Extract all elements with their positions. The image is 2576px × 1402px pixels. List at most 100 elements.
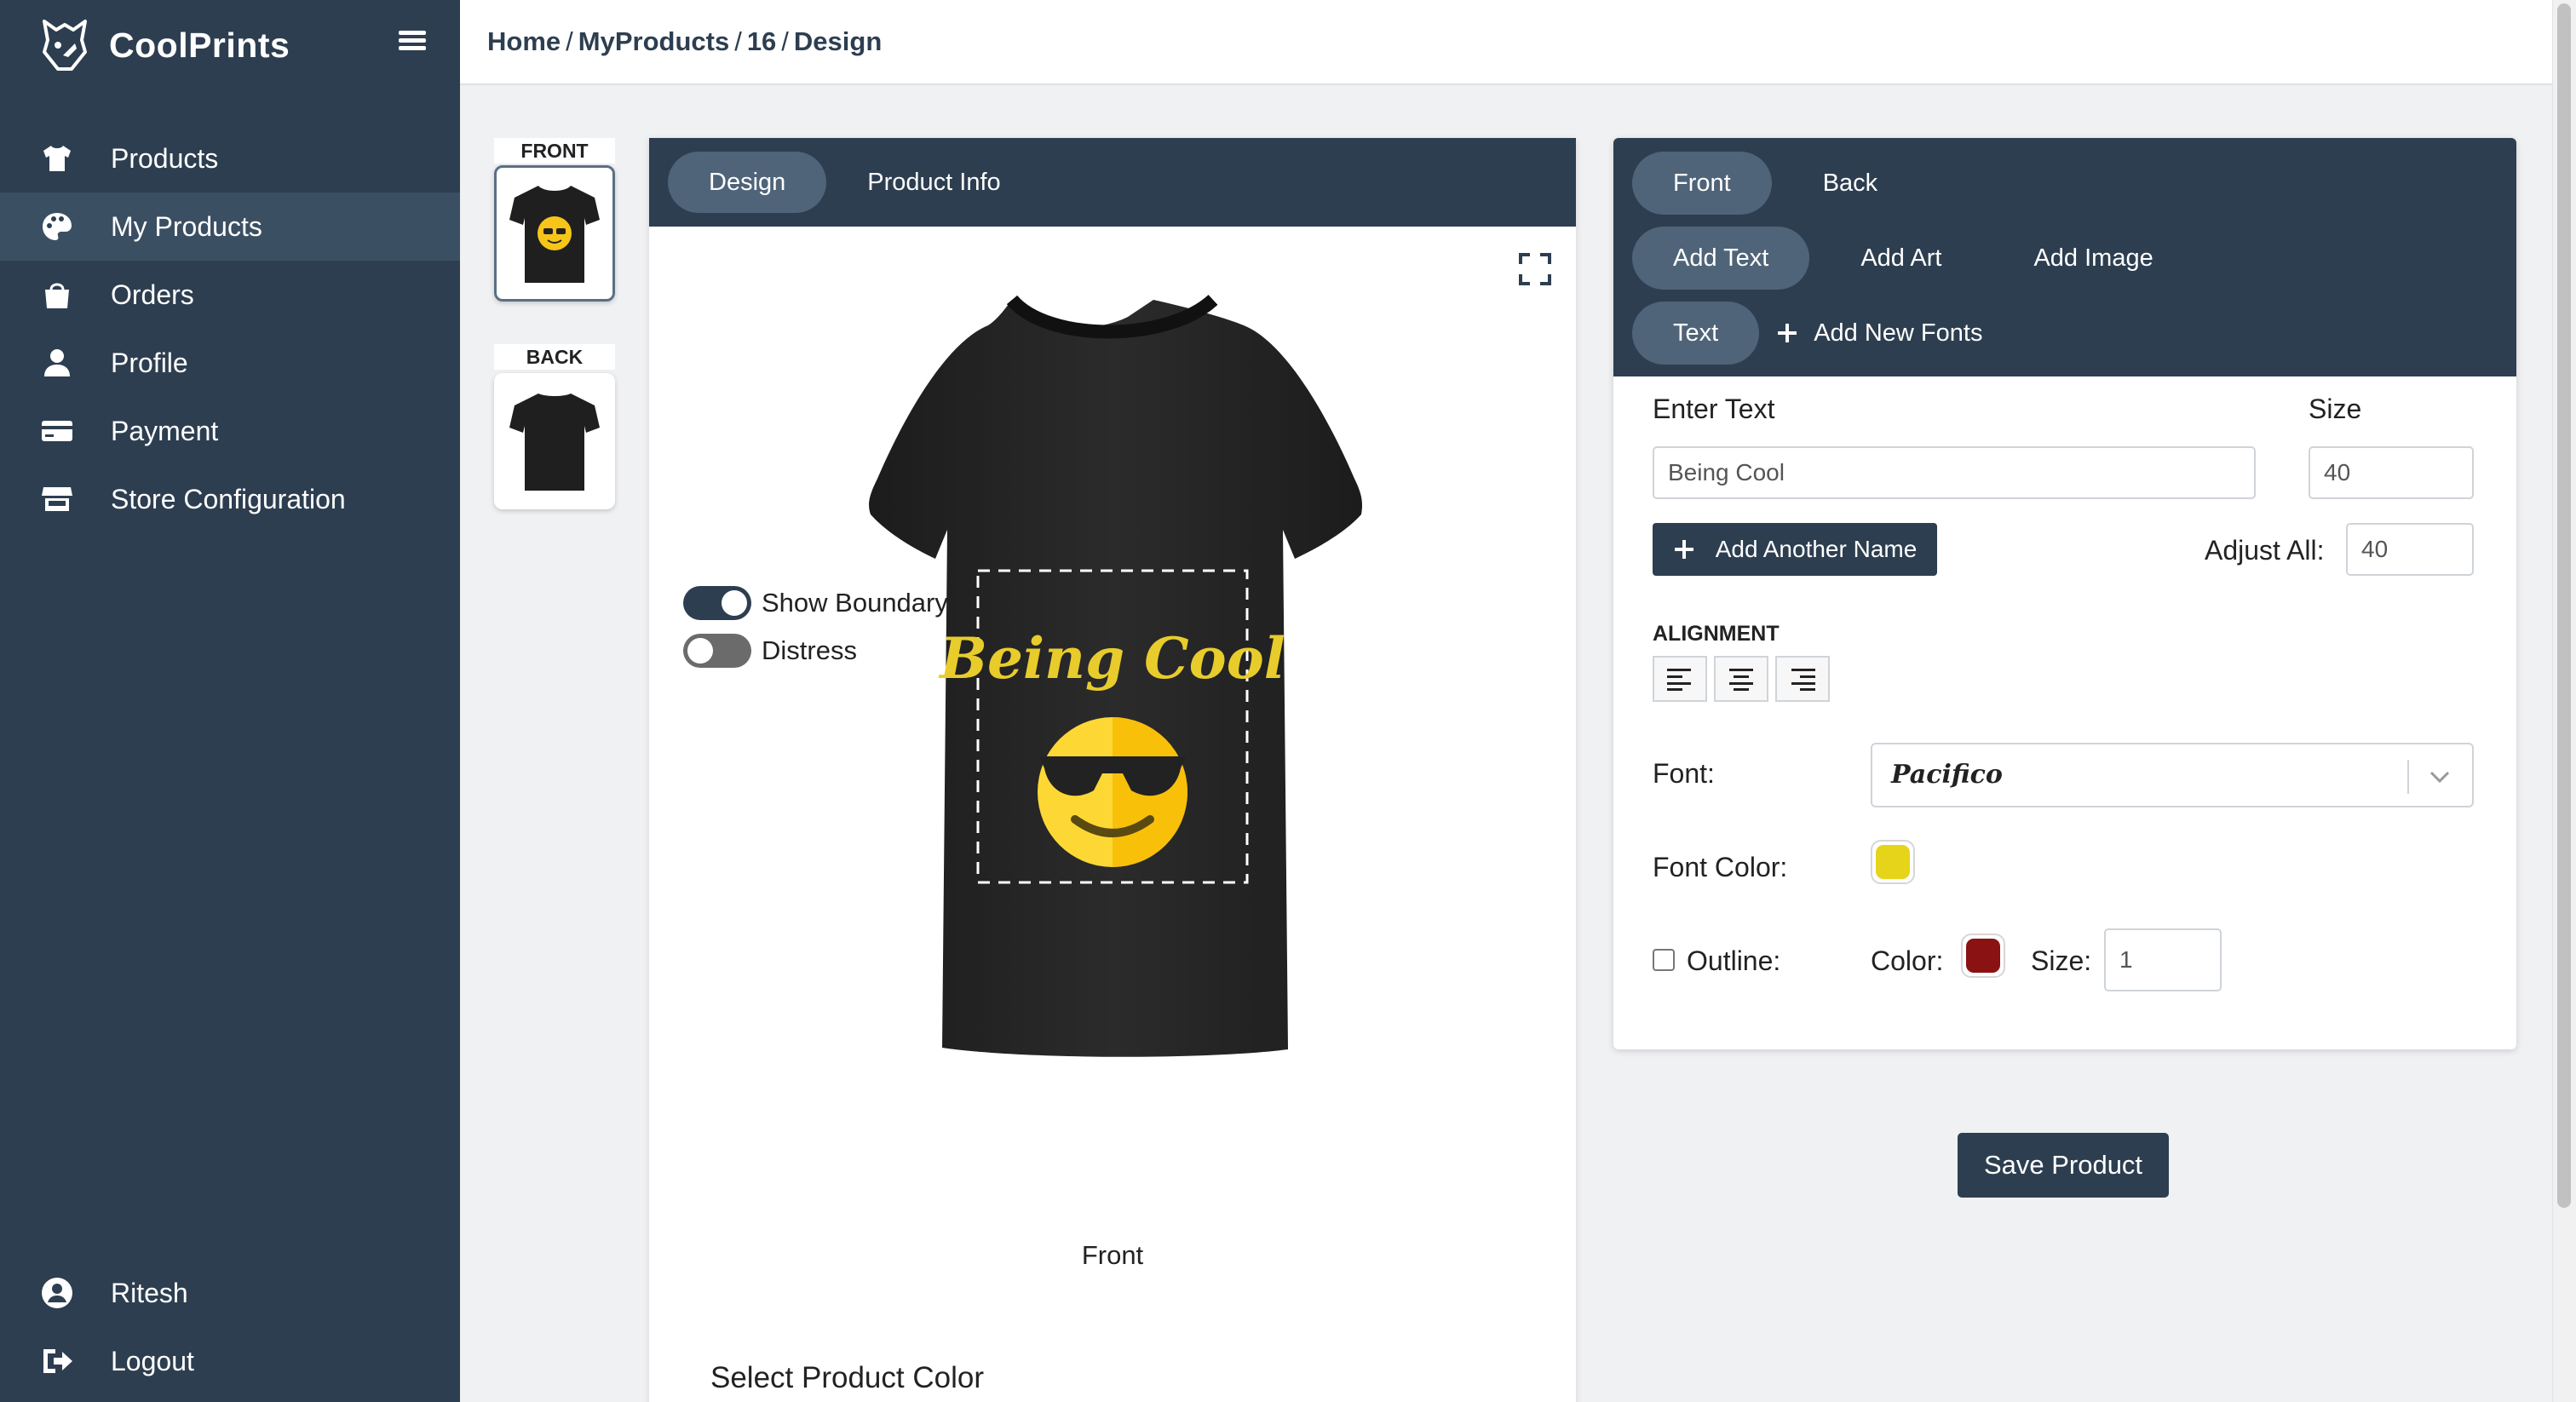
plus-icon (1778, 324, 1797, 342)
outline-label: Outline: (1687, 945, 1781, 976)
show-boundary-row: Show Boundary (683, 586, 948, 620)
add-another-name-label: Add Another Name (1715, 536, 1918, 562)
back-thumb-label: BACK (494, 344, 615, 370)
coolprints-logo-icon (43, 20, 87, 71)
shopping-bag-icon (39, 277, 75, 313)
sidebar-nav: Products My Products Orders Profile Paym… (0, 124, 460, 533)
chevron-down-icon (2429, 771, 2450, 784)
sidebar-item-payment[interactable]: Payment (0, 397, 460, 465)
sidebar-item-user[interactable]: Ritesh (0, 1259, 460, 1327)
align-right-button[interactable] (1775, 656, 1830, 702)
sidebar-item-label: Payment (111, 415, 219, 446)
tab-design[interactable]: Design (668, 152, 827, 213)
credit-card-icon (39, 413, 75, 449)
add-new-fonts-label: Add New Fonts (1814, 319, 1983, 347)
sidebar-bottom: Ritesh Logout (0, 1259, 460, 1395)
sidebar-item-orders[interactable]: Orders (0, 261, 460, 329)
show-boundary-toggle[interactable] (683, 586, 751, 620)
select-product-color-title: Select Product Color (710, 1361, 984, 1394)
view-caption: Front (1081, 1240, 1144, 1270)
plus-icon (1674, 540, 1693, 559)
outline-color-label: Color: (1871, 945, 1944, 976)
tab-text[interactable]: Text (1632, 302, 1760, 365)
sidebar-item-logout[interactable]: Logout (0, 1327, 460, 1395)
sidebar-item-my-products[interactable]: My Products (0, 192, 460, 261)
side-tabs: Front Back (1632, 152, 1929, 215)
enter-text-label: Enter Text (1653, 394, 1775, 424)
editor-tabs: Front Back Add Text Add Art Add Image Te… (1613, 138, 2516, 376)
page-scrollbar-thumb[interactable] (2557, 3, 2571, 1208)
fullscreen-icon[interactable] (1518, 252, 1552, 286)
outline-size-label: Size: (2031, 945, 2092, 976)
brand-name: CoolPrints (109, 25, 290, 65)
front-thumb-label: FRONT (494, 138, 615, 164)
font-select[interactable]: Pacifico (1871, 743, 2474, 807)
front-shirt-thumb-icon (509, 186, 600, 283)
tshirt-canvas[interactable]: Being Cool (767, 291, 1458, 1066)
align-center-icon (1729, 669, 1753, 691)
distress-row: Distress (683, 634, 857, 668)
brand[interactable]: CoolPrints (37, 15, 290, 75)
design-tabs: Design Product Info (649, 138, 1576, 227)
sidebar-item-label: Ritesh (111, 1277, 188, 1308)
alignment-label: ALIGNMENT (1653, 622, 1780, 646)
tab-front[interactable]: Front (1632, 152, 1772, 215)
front-thumbnail[interactable] (494, 165, 615, 302)
sidebar-item-label: Logout (111, 1345, 194, 1376)
sidebar-item-label: Profile (111, 347, 188, 378)
sidebar-item-label: Orders (111, 279, 194, 310)
font-color-label: Font Color: (1653, 852, 1788, 882)
sidebar-item-label: My Products (111, 210, 262, 242)
breadcrumb-current: Design (793, 26, 883, 56)
sidebar-item-profile[interactable]: Profile (0, 329, 460, 397)
align-left-icon (1667, 669, 1691, 691)
enter-text-input[interactable]: Being Cool (1653, 446, 2256, 499)
tshirt-icon (39, 141, 75, 176)
alignment-buttons (1653, 656, 1837, 702)
sidebar: CoolPrints Products My Products Orders P… (0, 0, 460, 1402)
tab-add-image[interactable]: Add Image (1992, 227, 2194, 290)
align-left-button[interactable] (1653, 656, 1707, 702)
logout-icon (39, 1343, 75, 1379)
font-color-swatch[interactable] (1871, 840, 1915, 884)
design-panel: Design Product Info Being Cool Show Boun… (649, 138, 1576, 1402)
adjust-all-label: Adjust All: (2205, 535, 2325, 566)
tab-back[interactable]: Back (1782, 152, 1918, 215)
tab-product-info[interactable]: Product Info (826, 152, 1041, 213)
menu-toggle-icon[interactable] (399, 27, 426, 61)
back-shirt-thumb-icon (509, 394, 600, 491)
text-sub-tabs: Text Add New Fonts (1632, 302, 2033, 365)
select-divider (2407, 760, 2409, 794)
outline-size-input[interactable]: 1 (2104, 928, 2222, 991)
size-label: Size (2309, 394, 2362, 424)
breadcrumb-myproducts[interactable]: MyProducts (578, 26, 729, 57)
breadcrumb-product-id[interactable]: 16 (747, 26, 776, 57)
back-thumbnail[interactable] (494, 373, 615, 509)
tab-add-art[interactable]: Add Art (1820, 227, 1982, 290)
tab-add-text[interactable]: Add Text (1632, 227, 1810, 290)
sidebar-item-store-configuration[interactable]: Store Configuration (0, 465, 460, 533)
sunglasses-emoji-icon[interactable] (1038, 717, 1187, 867)
text-editor-panel: Front Back Add Text Add Art Add Image Te… (1613, 138, 2516, 1049)
adjust-all-input[interactable]: 40 (2346, 523, 2474, 576)
sidebar-item-label: Store Configuration (111, 483, 346, 514)
breadcrumb-home[interactable]: Home (487, 26, 561, 57)
add-another-name-button[interactable]: Add Another Name (1653, 523, 1937, 576)
add-new-fonts-button[interactable]: Add New Fonts (1769, 302, 2023, 365)
outline-color-swatch[interactable] (1961, 934, 2005, 978)
store-icon (39, 481, 75, 517)
add-tabs: Add Text Add Art Add Image (1632, 227, 2205, 290)
breadcrumb: Home / MyProducts/ 16/ Design (460, 0, 2552, 85)
align-center-button[interactable] (1714, 656, 1768, 702)
save-product-button[interactable]: Save Product (1958, 1133, 2169, 1198)
sidebar-item-products[interactable]: Products (0, 124, 460, 192)
user-icon (39, 345, 75, 381)
distress-toggle[interactable] (683, 634, 751, 668)
user-circle-icon (39, 1275, 75, 1311)
size-input[interactable]: 40 (2309, 446, 2474, 499)
design-text[interactable]: Being Cool (938, 625, 1285, 692)
align-right-icon (1791, 669, 1815, 691)
outline-checkbox[interactable] (1653, 949, 1675, 971)
font-label: Font: (1653, 758, 1715, 789)
distress-label: Distress (762, 635, 857, 665)
